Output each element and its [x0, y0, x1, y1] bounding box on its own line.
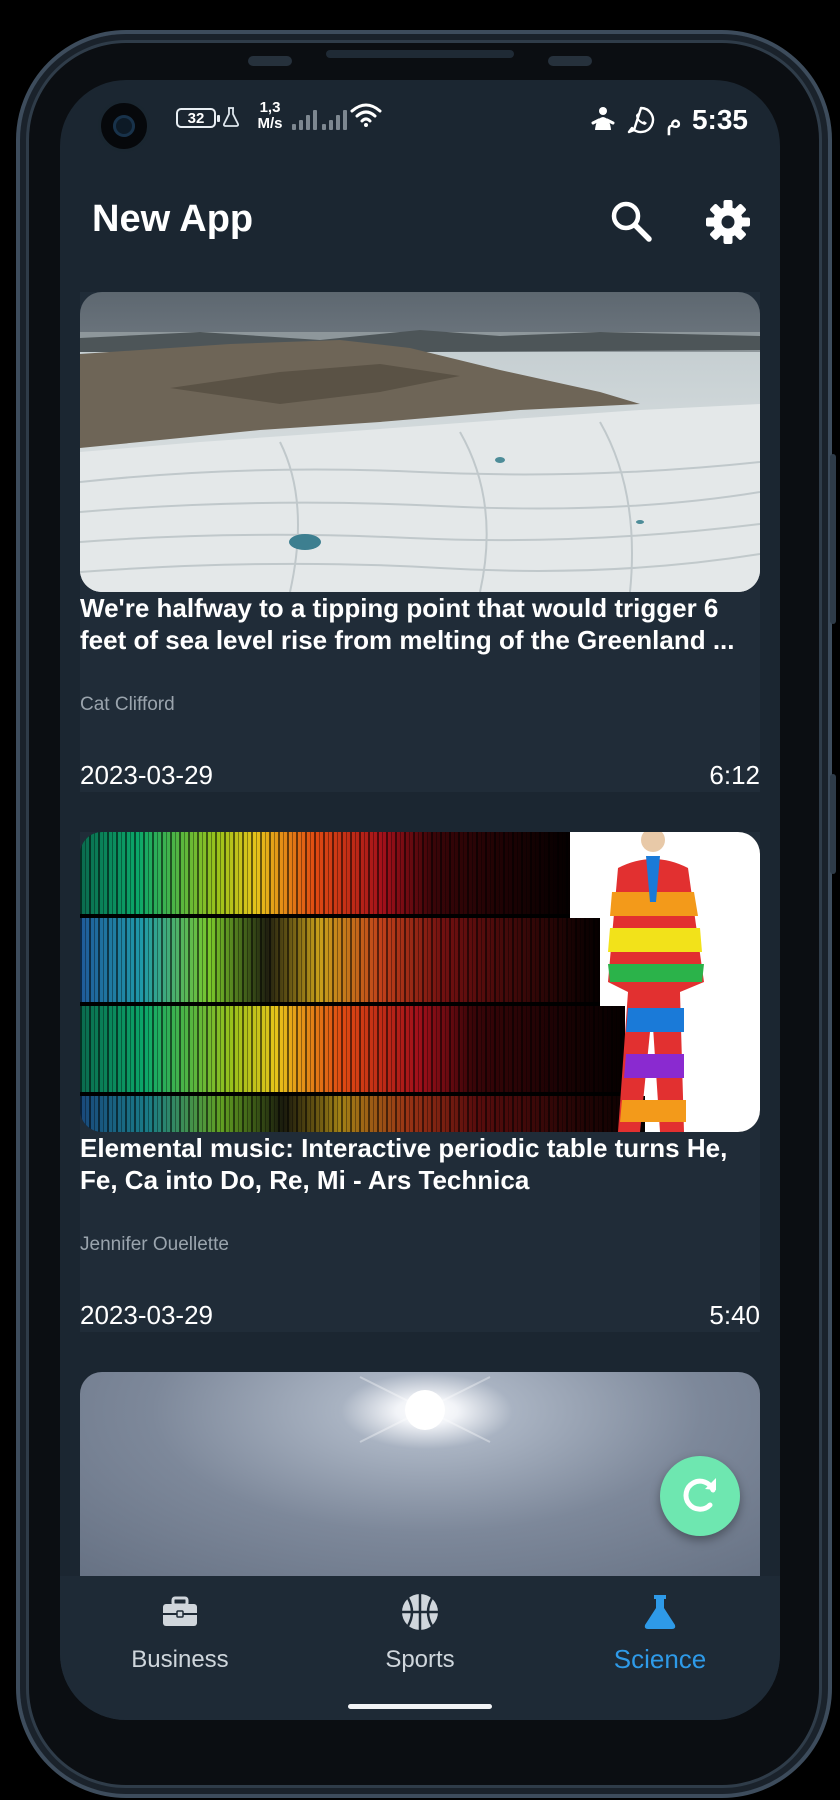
article-image[interactable]	[80, 832, 760, 1132]
app-screen: 32 1,3 M/s م 5:35 New App We're halfway …	[60, 80, 780, 1720]
search-icon[interactable]	[608, 198, 654, 244]
article-card[interactable]: We're halfway to a tipping point that wo…	[80, 292, 760, 792]
sensor-right	[548, 56, 592, 66]
network-speed: 1,3 M/s	[252, 100, 288, 132]
battery-indicator: 32	[176, 108, 220, 128]
article-card[interactable]: Elemental music: Interactive periodic ta…	[80, 832, 760, 1332]
refresh-icon	[683, 1478, 716, 1512]
signal-icon-sim2	[322, 108, 352, 130]
article-time: 5:40	[709, 1300, 760, 1330]
status-bar: 32 1,3 M/s م 5:35	[60, 80, 780, 160]
volume-button	[830, 454, 836, 624]
article-date: 2023-03-29	[80, 1300, 213, 1330]
refresh-button[interactable]	[660, 1456, 740, 1536]
front-camera	[98, 100, 150, 152]
article-date: 2023-03-29	[80, 760, 213, 790]
nav-item-sports[interactable]: Sports	[300, 1576, 540, 1686]
article-time: 6:12	[709, 760, 760, 790]
nav-label-sports: Sports	[385, 1646, 455, 1673]
gear-icon[interactable]	[704, 198, 752, 246]
flask-status-icon	[222, 107, 240, 127]
power-button	[830, 774, 836, 874]
network-speed-unit: M/s	[257, 115, 283, 132]
sensor-left	[248, 56, 292, 66]
network-speed-value: 1,3	[259, 99, 281, 116]
briefcase-icon	[163, 1596, 197, 1626]
basketball-icon	[402, 1594, 438, 1630]
app-bar: New App	[60, 170, 780, 290]
nav-label-science: Science	[613, 1644, 707, 1674]
earpiece-speaker	[326, 50, 514, 58]
status-right: م 5:35	[590, 98, 748, 142]
home-indicator[interactable]	[348, 1704, 492, 1709]
article-author: Cat Clifford	[80, 694, 175, 715]
article-title[interactable]: Elemental music: Interactive periodic ta…	[80, 1132, 760, 1196]
flask-icon	[644, 1595, 676, 1629]
article-author: Jennifer Ouellette	[80, 1234, 229, 1255]
bottom-navigation: Business Sports Science	[60, 1576, 780, 1720]
nav-item-science[interactable]: Science	[540, 1576, 780, 1686]
signal-icon	[292, 108, 322, 130]
page-title: New App	[92, 198, 254, 240]
nav-label-business: Business	[131, 1646, 229, 1673]
wifi-icon	[350, 103, 382, 127]
status-time: 5:35	[691, 104, 748, 135]
article-title[interactable]: We're halfway to a tipping point that wo…	[80, 592, 760, 656]
locale-indicator: م	[665, 104, 682, 135]
whatsapp-icon	[627, 106, 654, 134]
nav-item-business[interactable]: Business	[60, 1576, 300, 1686]
article-image[interactable]	[80, 292, 760, 592]
figure-status-icon	[591, 107, 615, 130]
